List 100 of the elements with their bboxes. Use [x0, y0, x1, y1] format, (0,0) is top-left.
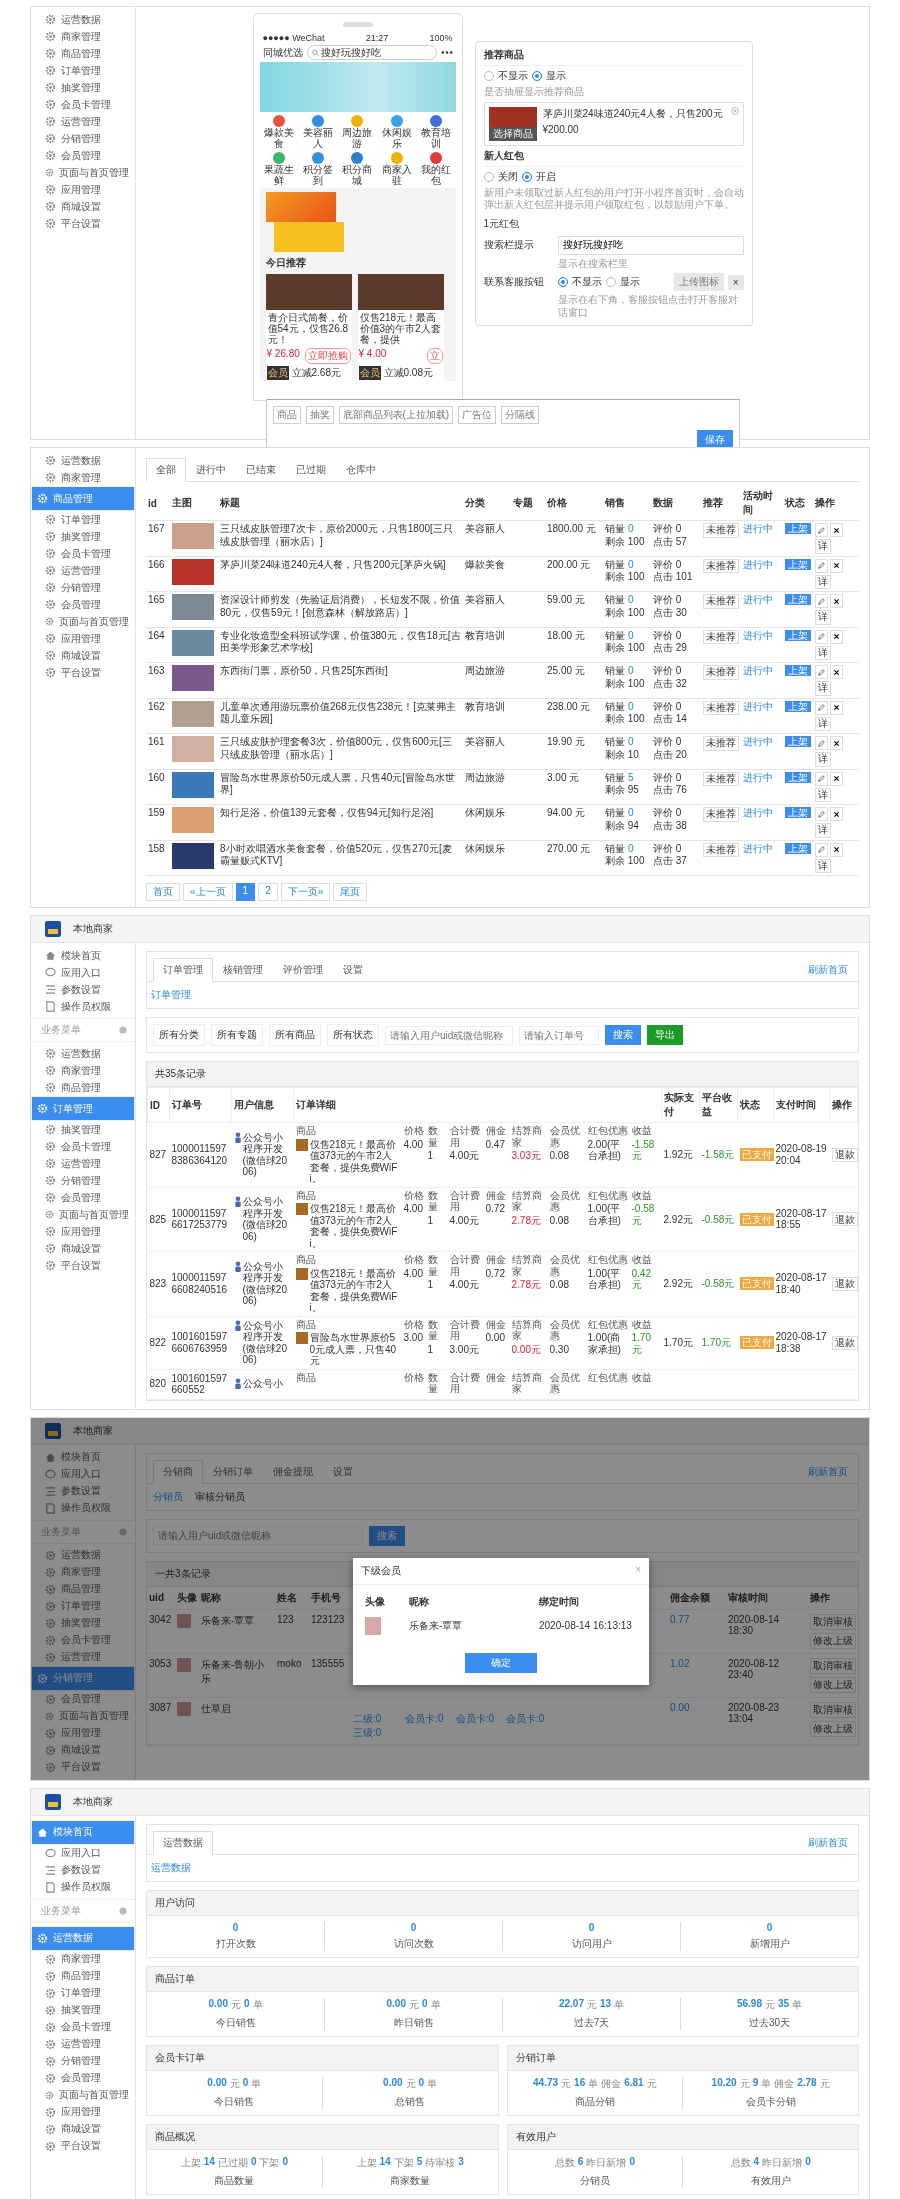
- sidebar-item[interactable]: 订单管理: [31, 62, 135, 79]
- component-button[interactable]: 广告位: [458, 406, 497, 424]
- action-button[interactable]: 取消审核: [810, 1701, 856, 1718]
- action-button[interactable]: 修改上级: [810, 1632, 856, 1649]
- delete-button[interactable]: [830, 771, 843, 786]
- page-button[interactable]: 首页: [146, 883, 180, 901]
- radio-button[interactable]: [483, 171, 494, 182]
- sidebar-item[interactable]: 订单管理: [31, 1597, 135, 1615]
- breadcrumb-link[interactable]: 运营数据: [147, 1854, 195, 1881]
- radio-label[interactable]: 关闭: [497, 169, 518, 184]
- sidebar-item[interactable]: 商品管理: [31, 45, 135, 62]
- order-search-field[interactable]: 请输入订单号: [519, 1025, 599, 1045]
- sidebar-item[interactable]: 商城设置: [31, 1741, 135, 1759]
- component-button[interactable]: 商品: [272, 406, 301, 424]
- refresh-link[interactable]: 刷新首页: [804, 959, 852, 981]
- recommend-button[interactable]: 未推荐: [703, 842, 739, 857]
- category-label[interactable]: 我的红包: [418, 165, 454, 186]
- action-button[interactable]: 取消审核: [810, 1613, 856, 1630]
- tab[interactable]: 分销商: [153, 1459, 203, 1484]
- sidebar-item[interactable]: 运营数据: [31, 1045, 135, 1062]
- sidebar-item[interactable]: 参数设置: [31, 981, 135, 998]
- component-button[interactable]: 抽奖: [305, 406, 334, 424]
- sidebar-item[interactable]: 分销管理: [31, 130, 135, 147]
- filter-dropdown[interactable]: 所有商品: [269, 1024, 321, 1046]
- sidebar-item[interactable]: 参数设置: [31, 1861, 135, 1879]
- tab[interactable]: 已过期: [286, 458, 336, 482]
- recommend-button[interactable]: 未推荐: [703, 807, 739, 822]
- buy-button[interactable]: 立: [426, 348, 443, 364]
- recommend-button[interactable]: 未推荐: [703, 771, 739, 786]
- tab[interactable]: 分销订单: [203, 1459, 263, 1484]
- delete-button[interactable]: [830, 594, 843, 608]
- filter-dropdown[interactable]: 所有分类: [153, 1024, 205, 1046]
- filter-dropdown[interactable]: 所有状态: [327, 1024, 379, 1046]
- sidebar-item[interactable]: 应用管理: [31, 1223, 135, 1240]
- refund-button[interactable]: 退款: [831, 1276, 858, 1291]
- radio-button[interactable]: [521, 171, 532, 182]
- sidebar-item[interactable]: 运营管理: [31, 1155, 135, 1172]
- delete-button[interactable]: [830, 558, 843, 573]
- action-button[interactable]: 修改上级: [810, 1720, 856, 1737]
- sidebar-item[interactable]: 应用入口: [31, 964, 135, 981]
- sidebar-item[interactable]: 模块首页: [31, 947, 135, 964]
- category-icon[interactable]: [389, 114, 404, 128]
- sidebar-item[interactable]: 会员管理: [31, 147, 135, 164]
- category-label[interactable]: 美容丽人: [300, 128, 336, 149]
- sidebar-item[interactable]: 商家管理: [31, 469, 135, 486]
- detail-button[interactable]: 详: [815, 610, 831, 625]
- tab[interactable]: 进行中: [186, 458, 236, 482]
- sidebar-item[interactable]: 运营管理: [31, 113, 135, 130]
- sidebar-item[interactable]: 商城设置: [31, 2120, 135, 2138]
- category-icon[interactable]: [428, 151, 443, 165]
- recommend-button[interactable]: 未推荐: [703, 523, 739, 538]
- sidebar-item[interactable]: 抽奖管理: [31, 79, 135, 96]
- buy-button[interactable]: 立即抢购: [304, 348, 351, 364]
- delete-button[interactable]: [830, 700, 843, 715]
- refund-button[interactable]: 退款: [831, 1212, 858, 1227]
- detail-button[interactable]: 详: [815, 681, 831, 696]
- delete-button[interactable]: [830, 665, 843, 679]
- tab[interactable]: 仓库中: [336, 458, 386, 482]
- upload-icon-button[interactable]: 上传图标: [673, 273, 724, 291]
- radio-label[interactable]: 显示: [619, 275, 640, 289]
- more-icon[interactable]: [440, 50, 453, 55]
- detail-button[interactable]: 详: [815, 823, 831, 838]
- sidebar-item[interactable]: 模块首页: [31, 1448, 135, 1466]
- sidebar-item[interactable]: 会员管理: [31, 1690, 135, 1708]
- radio-button[interactable]: [605, 277, 616, 287]
- category-icon[interactable]: [428, 114, 443, 128]
- refresh-link[interactable]: 刷新首页: [804, 1831, 852, 1854]
- user-search-field[interactable]: 请输入用户uid或微信昵称: [385, 1025, 513, 1045]
- sidebar-item[interactable]: 分销管理: [31, 2052, 135, 2070]
- component-button[interactable]: 分隔线: [501, 406, 540, 424]
- tab[interactable]: 订单管理: [153, 958, 213, 982]
- sidebar-item[interactable]: 商城设置: [31, 198, 135, 215]
- delete-button[interactable]: [830, 807, 843, 821]
- page-button[interactable]: 尾页: [333, 883, 368, 901]
- sidebar-item[interactable]: 会员管理: [31, 1189, 135, 1206]
- sidebar-item[interactable]: 商城设置: [31, 1240, 135, 1257]
- sidebar-item[interactable]: 平台设置: [31, 664, 135, 681]
- radio-label[interactable]: 显示: [545, 69, 566, 83]
- sidebar-item[interactable]: 会员卡管理: [31, 2018, 135, 2036]
- detail-button[interactable]: 详: [815, 645, 831, 660]
- detail-button[interactable]: 详: [815, 574, 831, 589]
- sidebar-item[interactable]: 运营数据: [31, 11, 135, 28]
- sidebar-item[interactable]: 商家管理: [31, 28, 135, 45]
- sidebar-item[interactable]: 页面与首页管理: [31, 613, 135, 630]
- tab[interactable]: 已结束: [236, 458, 286, 482]
- page-button[interactable]: 2: [258, 883, 278, 901]
- radio-button[interactable]: [531, 71, 542, 81]
- search-hint-field[interactable]: 搜好玩搜好吃: [557, 235, 744, 255]
- sidebar-item[interactable]: 商品管理: [31, 1079, 135, 1096]
- sidebar-item[interactable]: 会员卡管理: [31, 545, 135, 562]
- close-icon[interactable]: [730, 106, 739, 115]
- sidebar-item[interactable]: 抽奖管理: [31, 528, 135, 545]
- sidebar-item[interactable]: 商品管理: [31, 1580, 135, 1598]
- radio-button[interactable]: [557, 277, 568, 287]
- delete-button[interactable]: [830, 629, 843, 644]
- delete-button[interactable]: [830, 842, 843, 857]
- category-icon[interactable]: [350, 151, 365, 165]
- tab[interactable]: 佣金提现: [263, 1459, 323, 1484]
- detail-button[interactable]: 详: [815, 752, 831, 767]
- sidebar-item[interactable]: 页面与首页管理: [31, 1206, 135, 1223]
